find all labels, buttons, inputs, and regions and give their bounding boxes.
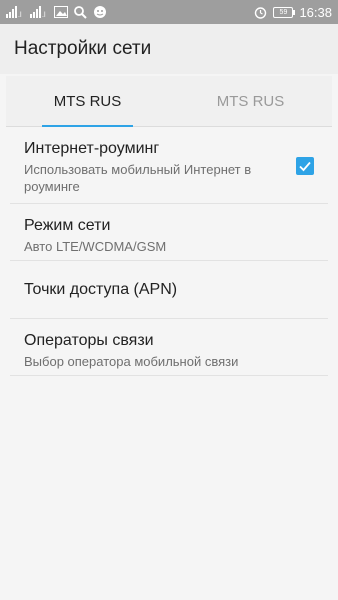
setting-access-points[interactable]: Точки доступа (APN) <box>10 261 328 319</box>
page-title: Настройки сети <box>14 38 152 59</box>
setting-title: Операторы связи <box>24 332 154 349</box>
svg-text:.l: .l <box>18 12 22 18</box>
checkmark-icon <box>299 161 311 172</box>
settings-list: Интернет-роуминг Использовать мобильный … <box>0 127 338 376</box>
signal-icon: .l <box>30 6 48 18</box>
tab-sim-1[interactable]: MTS RUS <box>6 76 169 127</box>
signal-icon: .l <box>6 6 24 18</box>
setting-operators[interactable]: Операторы связи Выбор оператора мобильно… <box>10 319 328 376</box>
setting-subtitle: Использовать мобильный Интернет в роумин… <box>24 162 252 194</box>
setting-title: Режим сети <box>24 217 111 234</box>
battery-level: 59 <box>279 8 288 16</box>
status-bar: .l .l 59 16:38 <box>0 0 338 24</box>
setting-subtitle: Авто LTE/WCDMA/GSM <box>24 239 167 254</box>
setting-subtitle: Выбор оператора мобильной связи <box>24 354 239 369</box>
status-bar-right: 59 16:38 <box>254 5 332 20</box>
setting-title: Интернет-роуминг <box>24 140 160 157</box>
app-bar: Настройки сети <box>0 24 338 74</box>
tab-label: MTS RUS <box>216 92 285 110</box>
setting-internet-roaming[interactable]: Интернет-роуминг Использовать мобильный … <box>10 127 328 204</box>
battery-icon: 59 <box>273 6 296 18</box>
sim-tabs: MTS RUS MTS RUS <box>6 76 332 127</box>
image-icon <box>54 6 68 18</box>
setting-title: Точки доступа (APN) <box>24 280 178 298</box>
roaming-checkbox[interactable] <box>296 157 314 175</box>
svg-text:.l: .l <box>42 12 46 18</box>
tab-label: MTS RUS <box>53 92 122 110</box>
clock: 16:38 <box>299 4 332 20</box>
setting-network-mode[interactable]: Режим сети Авто LTE/WCDMA/GSM <box>10 204 328 261</box>
alarm-icon <box>254 6 267 19</box>
status-bar-left: .l .l <box>6 5 107 19</box>
tab-sim-2[interactable]: MTS RUS <box>169 76 332 126</box>
search-icon <box>74 5 87 19</box>
notification-icon <box>93 5 107 19</box>
